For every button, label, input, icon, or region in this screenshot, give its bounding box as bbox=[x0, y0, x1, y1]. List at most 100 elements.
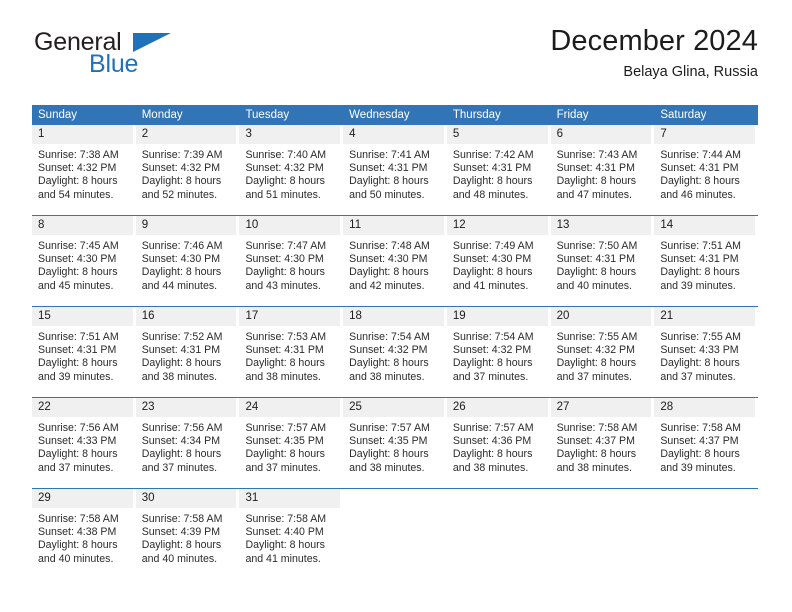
daylight-text-line2: and 37 minutes. bbox=[660, 370, 736, 383]
weekday-header-row: Sunday Monday Tuesday Wednesday Thursday… bbox=[32, 105, 758, 125]
day-cell[interactable]: 3 Sunrise: 7:40 AM Sunset: 4:32 PM Dayli… bbox=[239, 125, 343, 208]
day-number: 18 bbox=[343, 307, 444, 326]
daylight-text-line1: Daylight: 8 hours bbox=[245, 266, 325, 279]
day-cell[interactable]: 11 Sunrise: 7:48 AM Sunset: 4:30 PM Dayl… bbox=[343, 216, 447, 299]
day-cell[interactable]: 19 Sunrise: 7:54 AM Sunset: 4:32 PM Dayl… bbox=[446, 307, 551, 390]
daylight-text-line1: Daylight: 8 hours bbox=[141, 175, 222, 188]
day-number: 11 bbox=[343, 216, 444, 235]
daylight-text-line2: and 50 minutes. bbox=[349, 188, 425, 201]
daylight-text-line1: Daylight: 8 hours bbox=[38, 175, 118, 188]
day-number: 5 bbox=[446, 125, 548, 144]
sunrise-text: Sunrise: 7:43 AM bbox=[556, 149, 638, 161]
day-cell[interactable]: 9 Sunrise: 7:46 AM Sunset: 4:30 PM Dayli… bbox=[135, 216, 240, 299]
daylight-text-line1: Daylight: 8 hours bbox=[141, 539, 222, 552]
daylight-text-line2: and 46 minutes. bbox=[660, 188, 736, 201]
day-cell[interactable]: 7 Sunrise: 7:44 AM Sunset: 4:31 PM Dayli… bbox=[654, 125, 758, 208]
day-cell[interactable]: 8 Sunrise: 7:45 AM Sunset: 4:30 PM Dayli… bbox=[32, 216, 136, 299]
day-number: 10 bbox=[239, 216, 341, 235]
weekday-header-sunday: Sunday bbox=[38, 109, 78, 121]
day-details: Sunrise: 7:44 AM Sunset: 4:31 PM Dayligh… bbox=[654, 144, 755, 202]
daylight-text-line1: Daylight: 8 hours bbox=[556, 175, 637, 188]
weekday-header-tuesday: Tuesday bbox=[245, 109, 290, 121]
day-cell[interactable]: 25 Sunrise: 7:57 AM Sunset: 4:35 PM Dayl… bbox=[343, 398, 447, 481]
sunset-text: Sunset: 4:35 PM bbox=[245, 435, 324, 448]
day-cell[interactable]: 28 Sunrise: 7:58 AM Sunset: 4:37 PM Dayl… bbox=[654, 398, 758, 481]
sunset-text: Sunset: 4:39 PM bbox=[141, 526, 221, 539]
sunrise-text: Sunrise: 7:40 AM bbox=[245, 149, 327, 161]
sunset-text: Sunset: 4:33 PM bbox=[38, 435, 117, 448]
sunrise-text: Sunrise: 7:56 AM bbox=[38, 422, 119, 434]
daylight-text-line2: and 38 minutes. bbox=[452, 461, 529, 474]
day-number: 13 bbox=[550, 216, 652, 235]
day-cell[interactable]: 4 Sunrise: 7:41 AM Sunset: 4:31 PM Dayli… bbox=[343, 125, 447, 208]
day-cell[interactable]: 27 Sunrise: 7:58 AM Sunset: 4:37 PM Dayl… bbox=[550, 398, 655, 481]
sunrise-text: Sunrise: 7:58 AM bbox=[141, 513, 223, 525]
daylight-text-line2: and 39 minutes. bbox=[660, 279, 736, 292]
day-cell[interactable]: 29 Sunrise: 7:58 AM Sunset: 4:38 PM Dayl… bbox=[32, 489, 136, 572]
day-details: Sunrise: 7:48 AM Sunset: 4:30 PM Dayligh… bbox=[343, 235, 444, 293]
day-cell[interactable]: 18 Sunrise: 7:54 AM Sunset: 4:32 PM Dayl… bbox=[343, 307, 447, 390]
daylight-text-line2: and 37 minutes. bbox=[141, 461, 218, 474]
day-cell[interactable]: 14 Sunrise: 7:51 AM Sunset: 4:31 PM Dayl… bbox=[654, 216, 758, 299]
sunrise-text: Sunrise: 7:44 AM bbox=[660, 149, 741, 161]
sunset-text: Sunset: 4:31 PM bbox=[556, 162, 635, 175]
day-cell[interactable]: 20 Sunrise: 7:55 AM Sunset: 4:32 PM Dayl… bbox=[550, 307, 655, 390]
day-number bbox=[654, 489, 755, 508]
day-cell[interactable]: 17 Sunrise: 7:53 AM Sunset: 4:31 PM Dayl… bbox=[239, 307, 343, 390]
sunset-text: Sunset: 4:38 PM bbox=[38, 526, 117, 539]
day-number: 22 bbox=[32, 398, 133, 417]
day-details: Sunrise: 7:54 AM Sunset: 4:32 PM Dayligh… bbox=[447, 326, 548, 384]
day-cell[interactable]: 5 Sunrise: 7:42 AM Sunset: 4:31 PM Dayli… bbox=[446, 125, 551, 208]
daylight-text-line1: Daylight: 8 hours bbox=[38, 539, 118, 552]
daylight-text-line2: and 40 minutes. bbox=[141, 552, 218, 565]
day-number: 31 bbox=[239, 489, 341, 508]
sunset-text: Sunset: 4:31 PM bbox=[452, 162, 532, 175]
sunrise-text: Sunrise: 7:58 AM bbox=[38, 513, 119, 525]
sunset-text: Sunset: 4:37 PM bbox=[556, 435, 635, 448]
daylight-text-line1: Daylight: 8 hours bbox=[556, 266, 637, 279]
day-cell[interactable]: 30 Sunrise: 7:58 AM Sunset: 4:39 PM Dayl… bbox=[135, 489, 240, 572]
sunrise-text: Sunrise: 7:48 AM bbox=[349, 240, 430, 252]
day-details: Sunrise: 7:57 AM Sunset: 4:35 PM Dayligh… bbox=[343, 417, 444, 475]
daylight-text-line1: Daylight: 8 hours bbox=[452, 448, 533, 461]
day-number: 7 bbox=[654, 125, 756, 144]
daylight-text-line2: and 43 minutes. bbox=[245, 279, 321, 292]
day-cell[interactable]: 1 Sunrise: 7:38 AM Sunset: 4:32 PM Dayli… bbox=[32, 125, 136, 208]
daylight-text-line1: Daylight: 8 hours bbox=[452, 266, 533, 279]
daylight-text-line2: and 41 minutes. bbox=[452, 279, 529, 292]
day-cell[interactable]: 23 Sunrise: 7:56 AM Sunset: 4:34 PM Dayl… bbox=[135, 398, 240, 481]
day-cell[interactable]: 22 Sunrise: 7:56 AM Sunset: 4:33 PM Dayl… bbox=[32, 398, 136, 481]
day-cell[interactable]: 21 Sunrise: 7:55 AM Sunset: 4:33 PM Dayl… bbox=[654, 307, 758, 390]
day-cell[interactable]: 24 Sunrise: 7:57 AM Sunset: 4:35 PM Dayl… bbox=[239, 398, 343, 481]
day-number: 16 bbox=[135, 307, 237, 326]
day-number: 2 bbox=[135, 125, 237, 144]
day-cell[interactable]: 31 Sunrise: 7:58 AM Sunset: 4:40 PM Dayl… bbox=[239, 489, 343, 572]
day-cell[interactable]: 12 Sunrise: 7:49 AM Sunset: 4:30 PM Dayl… bbox=[446, 216, 551, 299]
daylight-text-line1: Daylight: 8 hours bbox=[245, 448, 325, 461]
general-blue-logo[interactable]: General Blue bbox=[32, 28, 262, 86]
sunrise-text: Sunrise: 7:52 AM bbox=[141, 331, 223, 343]
sunset-text: Sunset: 4:36 PM bbox=[452, 435, 532, 448]
day-number: 9 bbox=[135, 216, 237, 235]
sunrise-text: Sunrise: 7:50 AM bbox=[556, 240, 638, 252]
sunset-text: Sunset: 4:31 PM bbox=[660, 162, 739, 175]
day-cell[interactable]: 10 Sunrise: 7:47 AM Sunset: 4:30 PM Dayl… bbox=[239, 216, 343, 299]
day-cell[interactable]: 2 Sunrise: 7:39 AM Sunset: 4:32 PM Dayli… bbox=[135, 125, 240, 208]
day-cell[interactable]: 16 Sunrise: 7:52 AM Sunset: 4:31 PM Dayl… bbox=[135, 307, 240, 390]
day-cell[interactable]: 15 Sunrise: 7:51 AM Sunset: 4:31 PM Dayl… bbox=[32, 307, 136, 390]
day-number: 26 bbox=[446, 398, 548, 417]
day-number: 20 bbox=[550, 307, 652, 326]
day-number: 25 bbox=[343, 398, 444, 417]
sunrise-text: Sunrise: 7:41 AM bbox=[349, 149, 430, 161]
day-cell[interactable]: 6 Sunrise: 7:43 AM Sunset: 4:31 PM Dayli… bbox=[550, 125, 655, 208]
daylight-text-line2: and 45 minutes. bbox=[38, 279, 114, 292]
sunrise-text: Sunrise: 7:55 AM bbox=[660, 331, 741, 343]
day-cell[interactable]: 26 Sunrise: 7:57 AM Sunset: 4:36 PM Dayl… bbox=[446, 398, 551, 481]
day-number: 19 bbox=[446, 307, 548, 326]
day-details: Sunrise: 7:54 AM Sunset: 4:32 PM Dayligh… bbox=[343, 326, 444, 384]
daylight-text-line1: Daylight: 8 hours bbox=[452, 357, 533, 370]
daylight-text-line1: Daylight: 8 hours bbox=[349, 175, 429, 188]
day-details: Sunrise: 7:45 AM Sunset: 4:30 PM Dayligh… bbox=[32, 235, 133, 293]
sunset-text: Sunset: 4:31 PM bbox=[141, 344, 221, 357]
day-cell[interactable]: 13 Sunrise: 7:50 AM Sunset: 4:31 PM Dayl… bbox=[550, 216, 655, 299]
